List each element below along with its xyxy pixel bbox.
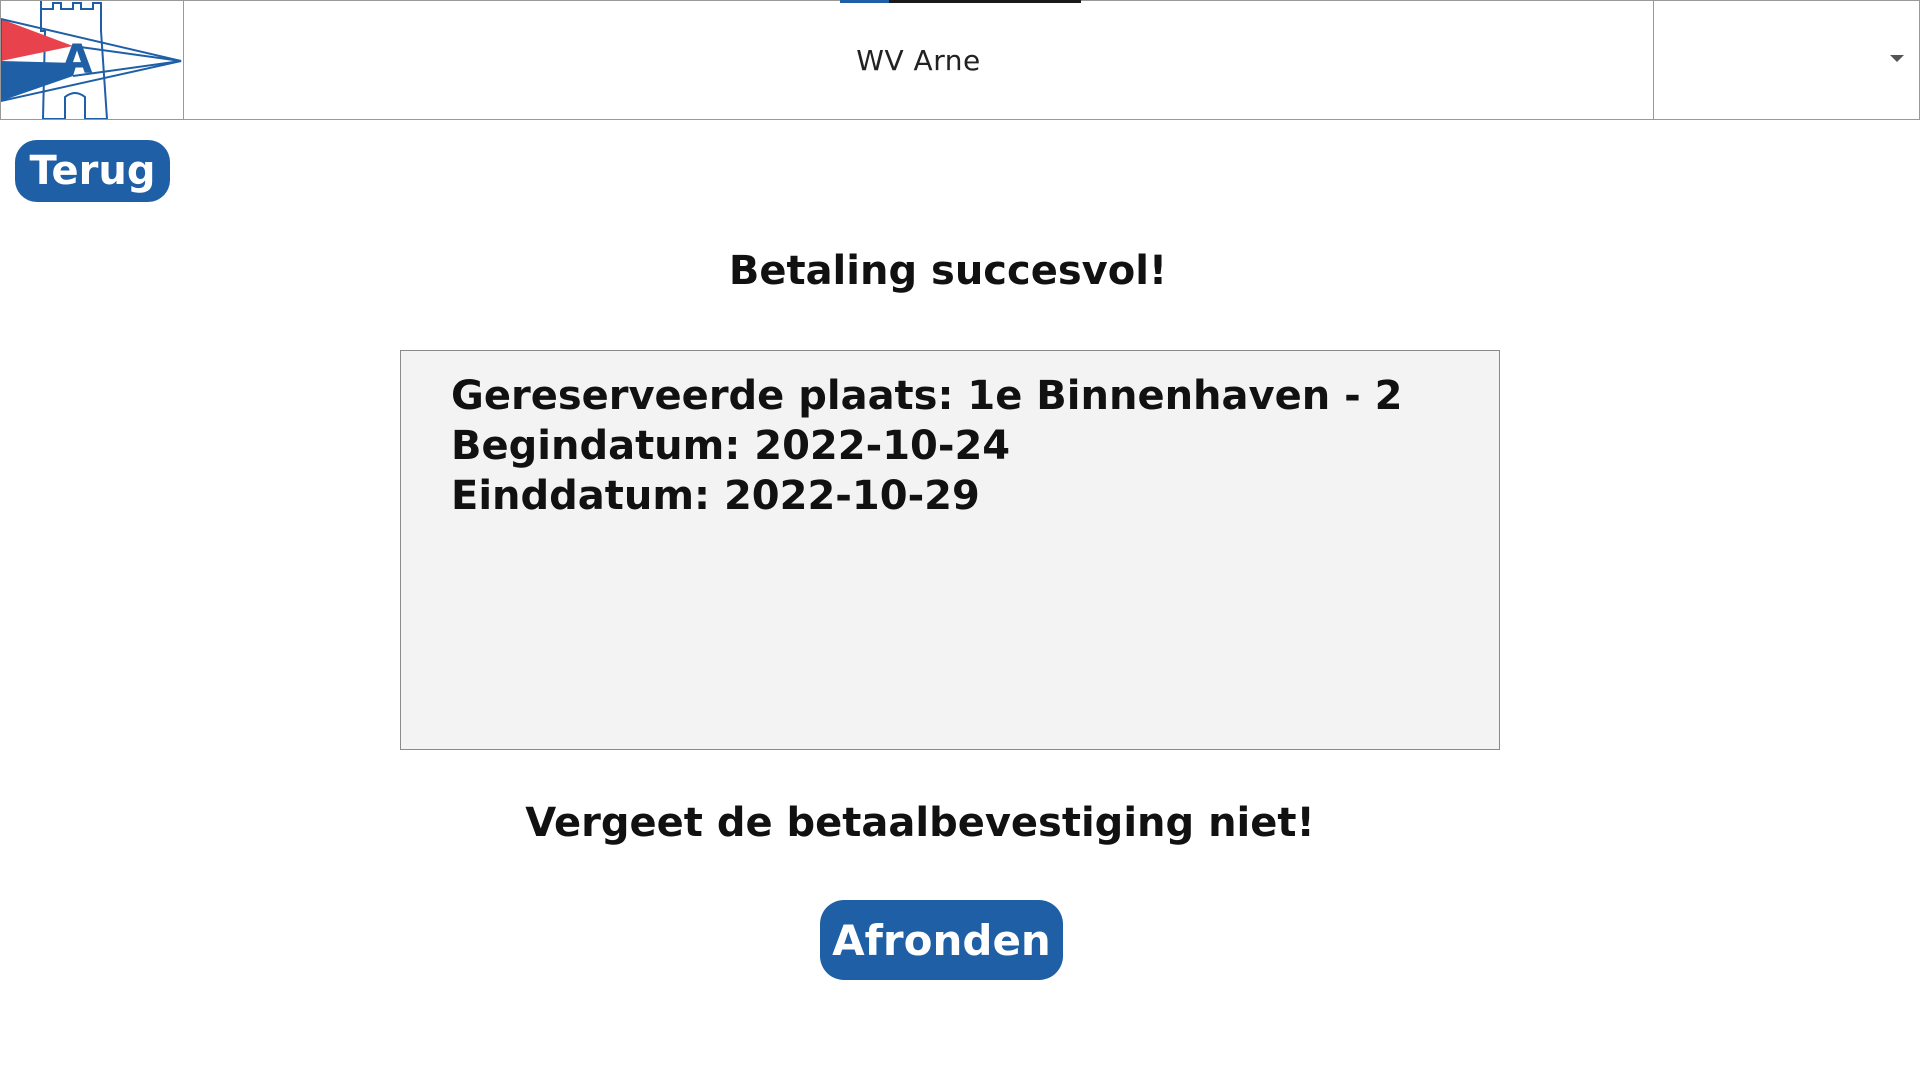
end-date-text: Einddatum: 2022-10-29 xyxy=(451,473,980,519)
reservation-details-box: Gereserveerde plaats: 1e Binnenhaven - 2… xyxy=(400,350,1500,750)
pennant-logo-icon: A xyxy=(1,1,182,119)
start-date-text: Begindatum: 2022-10-24 xyxy=(451,423,1011,469)
confirmation-reminder: Vergeet de betaalbevestiging niet! xyxy=(525,800,1315,846)
header-dropdown[interactable] xyxy=(1653,0,1920,120)
page-title: Betaling succesvol! xyxy=(728,248,1168,294)
app-title: WV Arne xyxy=(856,43,981,77)
finish-button[interactable]: Afronden xyxy=(820,900,1063,980)
header-title-bar: WV Arne xyxy=(183,0,1654,120)
app-header: A WV Arne xyxy=(0,0,1920,120)
club-logo: A xyxy=(0,0,184,120)
chevron-down-icon xyxy=(1890,55,1904,62)
header-accent-dark xyxy=(889,0,1081,3)
reserved-spot-text: Gereserveerde plaats: 1e Binnenhaven - 2 xyxy=(451,373,1403,419)
header-accent-blue xyxy=(840,0,889,3)
logo-letter: A xyxy=(62,37,93,83)
page: A WV Arne Terug Betaling succesvol! Gere… xyxy=(0,0,1920,1080)
back-button[interactable]: Terug xyxy=(15,140,170,202)
